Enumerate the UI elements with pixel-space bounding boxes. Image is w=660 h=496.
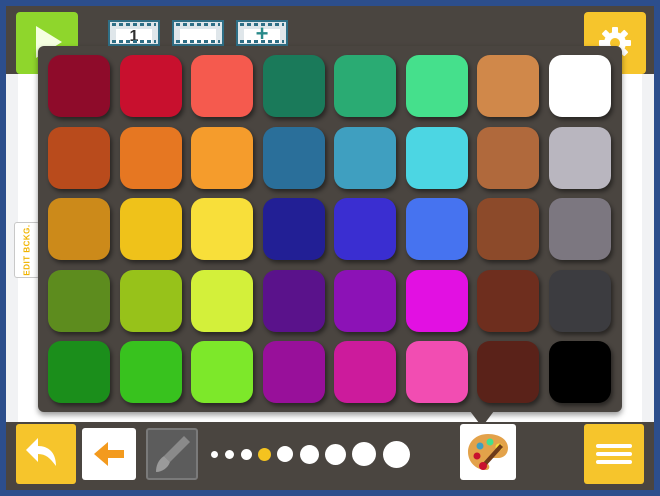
color-swatch[interactable]: [477, 198, 539, 260]
brush-size-dot[interactable]: [224, 449, 234, 459]
color-swatch[interactable]: [48, 126, 110, 189]
color-swatch[interactable]: [119, 198, 182, 260]
brush-size-dot[interactable]: [240, 448, 252, 460]
frame-label: 1: [129, 28, 139, 45]
color-swatch[interactable]: [405, 269, 468, 332]
color-swatch[interactable]: [48, 341, 110, 403]
color-swatch[interactable]: [334, 198, 396, 260]
color-swatch[interactable]: [191, 55, 253, 117]
color-swatch[interactable]: [477, 126, 539, 189]
edit-background-label: EDIT BCKG.: [22, 224, 32, 276]
color-swatch[interactable]: [548, 341, 611, 403]
color-swatch[interactable]: [334, 341, 396, 403]
color-swatch[interactable]: [405, 198, 468, 260]
brush-size-dot[interactable]: [299, 444, 319, 464]
color-swatch[interactable]: [548, 198, 611, 260]
color-swatch[interactable]: [262, 198, 325, 260]
color-swatch[interactable]: [548, 55, 611, 117]
frame-thumbnail-2[interactable]: [172, 20, 224, 46]
undo-icon: [26, 438, 56, 466]
color-swatch[interactable]: [405, 341, 468, 403]
color-swatch[interactable]: [405, 126, 468, 189]
frame-thumbnail-1[interactable]: 1: [108, 20, 160, 46]
arrow-left-icon: [94, 442, 124, 466]
brush-size-dot[interactable]: [210, 450, 218, 458]
undo-button[interactable]: [16, 424, 76, 484]
color-swatch[interactable]: [334, 269, 396, 332]
color-swatch[interactable]: [262, 55, 325, 117]
brush-size-dot[interactable]: [382, 440, 410, 468]
menu-line: [596, 444, 632, 448]
color-swatch[interactable]: [191, 341, 253, 403]
add-frame-button[interactable]: +: [236, 20, 288, 46]
color-swatch[interactable]: [334, 55, 396, 117]
color-swatch[interactable]: [119, 55, 182, 117]
color-swatch[interactable]: [119, 341, 182, 403]
color-swatch[interactable]: [548, 126, 611, 189]
color-swatch[interactable]: [119, 126, 182, 189]
color-swatch[interactable]: [405, 55, 468, 117]
color-swatch[interactable]: [262, 126, 325, 189]
color-swatch[interactable]: [548, 269, 611, 332]
color-swatch[interactable]: [477, 55, 539, 117]
frame-thumbnail-body: [180, 29, 216, 43]
color-swatch[interactable]: [119, 269, 182, 332]
palette-icon: [468, 434, 508, 470]
color-swatch[interactable]: [191, 269, 253, 332]
color-swatch[interactable]: [477, 269, 539, 332]
brush-size-dot[interactable]: [277, 446, 293, 462]
color-swatch[interactable]: [48, 198, 110, 260]
color-palette-button[interactable]: [460, 424, 516, 480]
back-button[interactable]: [82, 428, 136, 480]
add-frame-label: +: [255, 21, 269, 46]
menu-line: [596, 460, 632, 464]
color-swatch[interactable]: [334, 126, 396, 189]
edit-background-tab[interactable]: EDIT BCKG.: [14, 222, 40, 278]
color-swatch[interactable]: [191, 126, 253, 189]
color-swatch[interactable]: [262, 269, 325, 332]
menu-line: [596, 452, 632, 456]
brush-size-dot[interactable]: [324, 443, 346, 465]
brush-size-dot[interactable]: [257, 447, 271, 461]
brush-icon: [156, 436, 190, 472]
brush-size-dot[interactable]: [352, 442, 376, 466]
brush-tool-button[interactable]: [146, 428, 198, 480]
color-swatch[interactable]: [48, 269, 110, 332]
menu-button[interactable]: [584, 424, 644, 484]
color-swatch[interactable]: [477, 341, 539, 403]
color-swatch[interactable]: [262, 341, 325, 403]
color-swatch[interactable]: [191, 198, 253, 260]
color-swatch[interactable]: [48, 55, 110, 117]
